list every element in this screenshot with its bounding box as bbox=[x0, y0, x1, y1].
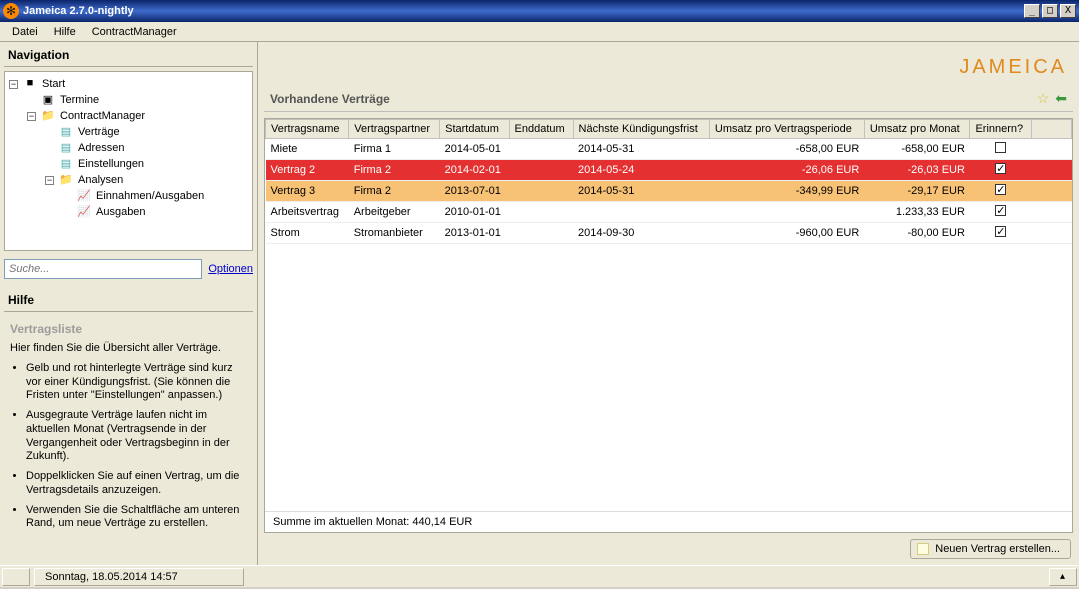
table-row[interactable]: Vertrag 2Firma 22014-02-012014-05-24-26,… bbox=[266, 160, 1072, 181]
folder-icon: 📁 bbox=[58, 173, 74, 187]
back-icon[interactable]: ⬅ bbox=[1055, 90, 1067, 107]
help-body: Vertragsliste Hier finden Sie die Übersi… bbox=[4, 316, 253, 543]
chart-icon: 📈 bbox=[76, 189, 92, 203]
help-bullet: Doppelklicken Sie auf einen Vertrag, um … bbox=[26, 470, 247, 498]
app-icon bbox=[3, 3, 19, 19]
statusbar: Sonntag, 18.05.2014 14:57 ▴ bbox=[0, 565, 1079, 587]
main-content: jameica Vorhandene Verträge ☆ ⬅ Vertrags… bbox=[258, 42, 1079, 565]
help-bullet: Verwenden Sie die Schaltfläche am untere… bbox=[26, 504, 247, 532]
section-header: Vorhandene Verträge ☆ ⬅ bbox=[264, 86, 1073, 112]
menu-hilfe[interactable]: Hilfe bbox=[46, 24, 84, 40]
doc-icon: ▤ bbox=[58, 141, 74, 155]
contracts-table-wrap: VertragsnameVertragspartnerStartdatumEnd… bbox=[264, 118, 1073, 533]
cal-icon: ▣ bbox=[40, 93, 56, 107]
column-header[interactable]: Startdatum bbox=[440, 120, 509, 139]
column-header[interactable]: Umsatz pro Monat bbox=[864, 120, 970, 139]
tree-node[interactable]: ▤ Adressen bbox=[7, 140, 250, 156]
menubar: Datei Hilfe ContractManager bbox=[0, 22, 1079, 42]
remind-checkbox[interactable] bbox=[995, 184, 1006, 195]
tree-label: Analysen bbox=[78, 174, 123, 186]
tree-node[interactable]: ▤ Einstellungen bbox=[7, 156, 250, 172]
tree-label: Einnahmen/Ausgaben bbox=[96, 190, 204, 202]
section-title: Vorhandene Verträge bbox=[270, 92, 1031, 106]
column-header[interactable]: Enddatum bbox=[509, 120, 573, 139]
menu-contractmanager[interactable]: ContractManager bbox=[84, 24, 185, 40]
window-controls: _ □ X bbox=[1024, 4, 1076, 18]
menu-datei[interactable]: Datei bbox=[4, 24, 46, 40]
help-bullet: Gelb und rot hinterlegte Verträge sind k… bbox=[26, 362, 247, 403]
table-row[interactable]: StromStromanbieter2013-01-012014-09-30-9… bbox=[266, 223, 1072, 244]
tree-node[interactable]: ▤ Verträge bbox=[7, 124, 250, 140]
column-header[interactable]: Umsatz pro Vertragsperiode bbox=[709, 120, 864, 139]
column-header[interactable]: Vertragspartner bbox=[349, 120, 440, 139]
status-expand-icon[interactable]: ▴ bbox=[1049, 568, 1077, 586]
tree-label: ContractManager bbox=[60, 110, 145, 122]
remind-checkbox[interactable] bbox=[995, 226, 1006, 237]
tree-label: Einstellungen bbox=[78, 158, 144, 170]
document-icon bbox=[917, 543, 929, 555]
table-row[interactable]: MieteFirma 12014-05-012014-05-31-658,00 … bbox=[266, 139, 1072, 160]
tree-label: Adressen bbox=[78, 142, 124, 154]
folder-icon: 📁 bbox=[40, 109, 56, 123]
sidebar: Navigation −■Start▣Termine−📁ContractMana… bbox=[0, 42, 258, 565]
column-header[interactable]: Erinnern? bbox=[970, 120, 1032, 139]
options-link[interactable]: Optionen bbox=[208, 263, 253, 275]
tree-toggle-icon[interactable]: − bbox=[9, 80, 18, 89]
window-titlebar: Jameica 2.7.0-nightly _ □ X bbox=[0, 0, 1079, 22]
tree-node[interactable]: 📈 Ausgaben bbox=[7, 204, 250, 220]
tree-node[interactable]: −📁 Analysen bbox=[7, 172, 250, 188]
help-intro: Hier finden Sie die Übersicht aller Vert… bbox=[10, 342, 247, 356]
search-input[interactable] bbox=[4, 259, 202, 279]
logo-row: jameica bbox=[264, 48, 1073, 86]
close-button[interactable]: X bbox=[1060, 4, 1076, 18]
navigation-tree[interactable]: −■Start▣Termine−📁ContractManager▤Verträg… bbox=[4, 71, 253, 251]
doc-icon: ▤ bbox=[58, 157, 74, 171]
status-cell-1 bbox=[2, 568, 30, 586]
minimize-button[interactable]: _ bbox=[1024, 4, 1040, 18]
tree-node[interactable]: ▣ Termine bbox=[7, 92, 250, 108]
logo: jameica bbox=[959, 56, 1067, 79]
table-row[interactable]: ArbeitsvertragArbeitgeber2010-01-011.233… bbox=[266, 202, 1072, 223]
remind-checkbox[interactable] bbox=[995, 163, 1006, 174]
tree-label: Start bbox=[42, 78, 65, 90]
tree-toggle-icon[interactable]: − bbox=[45, 176, 54, 185]
table-footer: Summe im aktuellen Monat: 440,14 EUR bbox=[265, 511, 1072, 532]
tree-node[interactable]: −📁 ContractManager bbox=[7, 108, 250, 124]
remind-checkbox[interactable] bbox=[995, 205, 1006, 216]
table-row[interactable]: Vertrag 3Firma 22013-07-012014-05-31-349… bbox=[266, 181, 1072, 202]
help-heading: Vertragsliste bbox=[10, 322, 247, 336]
chart-icon: 📈 bbox=[76, 205, 92, 219]
window-title: Jameica 2.7.0-nightly bbox=[23, 5, 1024, 17]
column-header[interactable]: Nächste Kündigungsfrist bbox=[573, 120, 709, 139]
tree-node[interactable]: 📈 Einnahmen/Ausgaben bbox=[7, 188, 250, 204]
help-bullet: Ausgegraute Verträge laufen nicht im akt… bbox=[26, 409, 247, 464]
tree-node[interactable]: −■ Start bbox=[7, 76, 250, 92]
maximize-button[interactable]: □ bbox=[1042, 4, 1058, 18]
new-contract-label: Neuen Vertrag erstellen... bbox=[935, 543, 1060, 555]
contracts-table[interactable]: VertragsnameVertragspartnerStartdatumEnd… bbox=[265, 119, 1072, 244]
tree-label: Ausgaben bbox=[96, 206, 146, 218]
doc-icon: ▤ bbox=[58, 125, 74, 139]
tree-label: Verträge bbox=[78, 126, 120, 138]
navigation-title: Navigation bbox=[4, 46, 253, 67]
status-datetime: Sonntag, 18.05.2014 14:57 bbox=[34, 568, 244, 586]
help-title: Hilfe bbox=[4, 291, 253, 312]
tree-toggle-icon[interactable]: − bbox=[27, 112, 36, 121]
column-header[interactable]: Vertragsname bbox=[266, 120, 349, 139]
tree-label: Termine bbox=[60, 94, 99, 106]
star-icon[interactable]: ☆ bbox=[1037, 90, 1050, 107]
app-icon: ■ bbox=[22, 77, 38, 91]
new-contract-button[interactable]: Neuen Vertrag erstellen... bbox=[910, 539, 1071, 559]
remind-checkbox[interactable] bbox=[995, 142, 1006, 153]
